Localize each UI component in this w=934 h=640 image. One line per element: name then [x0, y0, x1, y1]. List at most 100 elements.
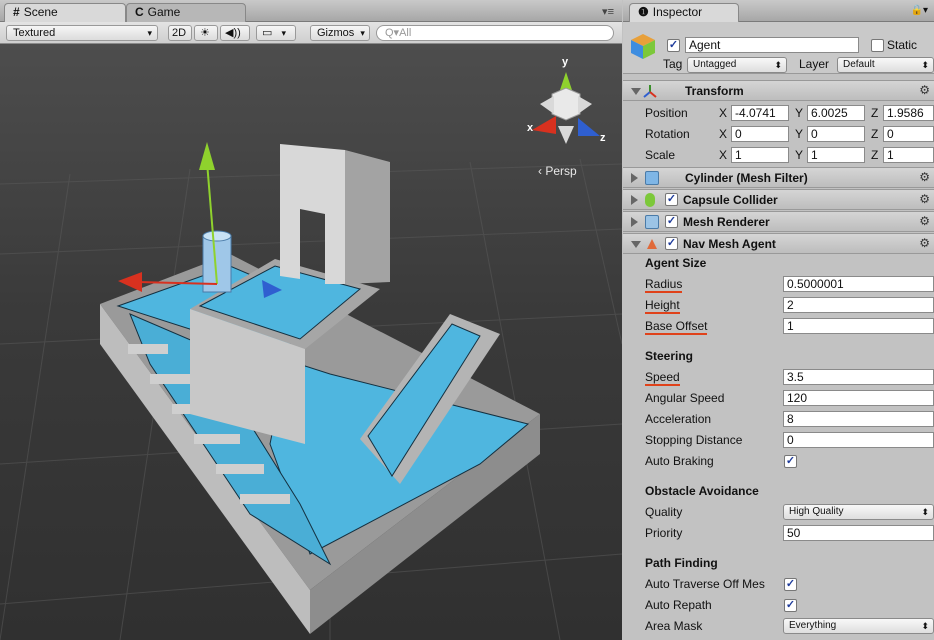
area-mask-dropdown[interactable]: Everything ⬍ — [783, 618, 934, 634]
nav-mesh-agent-header[interactable]: ✓ Nav Mesh Agent ⚙ — [623, 233, 934, 254]
obstacle-avoidance-header: Obstacle Avoidance — [645, 484, 759, 498]
mesh-renderer-title: Mesh Renderer — [683, 215, 770, 229]
active-checkbox[interactable]: ✓ — [667, 39, 680, 52]
gear-icon[interactable]: ⚙ — [919, 83, 930, 97]
tab-scene-label: Scene — [23, 5, 58, 19]
mesh-renderer-header[interactable]: ✓ Mesh Renderer ⚙ — [623, 211, 934, 232]
tab-game-label: Game — [147, 5, 181, 19]
auto-traverse-checkbox[interactable]: ✓ — [784, 578, 797, 591]
height-label: Height — [645, 298, 680, 314]
auto-braking-label: Auto Braking — [645, 454, 714, 468]
capsule-collider-enabled-checkbox[interactable]: ✓ — [665, 193, 678, 206]
static-checkbox[interactable] — [871, 39, 884, 52]
scale-z-field[interactable]: 1 — [883, 147, 934, 163]
gameobject-cube-icon — [631, 34, 655, 59]
position-z-field[interactable]: 1.9586 — [883, 105, 934, 121]
panel-menu-icon[interactable]: ▾≡ — [602, 5, 614, 18]
foldout-collapsed-icon[interactable] — [631, 173, 638, 183]
mesh-filter-icon — [645, 171, 659, 185]
lock-icon[interactable]: 🔒▾ — [911, 5, 928, 16]
scene-tab-bar: # Scene C Game ▾≡ — [0, 0, 622, 22]
axis-y-label[interactable]: Y — [795, 106, 803, 120]
scene-search-input[interactable]: Q▾All — [376, 25, 614, 41]
foldout-collapsed-icon[interactable] — [631, 195, 638, 205]
scale-x-field[interactable]: 1 — [731, 147, 789, 163]
mesh-filter-header[interactable]: Cylinder (Mesh Filter) ⚙ — [623, 167, 934, 188]
area-mask-value: Everything — [789, 620, 837, 631]
rotation-x-field[interactable]: 0 — [731, 126, 789, 142]
radius-field[interactable]: 0.5000001 — [783, 276, 934, 292]
foldout-expanded-icon[interactable] — [631, 88, 641, 95]
auto-repath-checkbox[interactable]: ✓ — [784, 599, 797, 612]
orientation-gizmo[interactable] — [532, 72, 600, 144]
foldout-collapsed-icon[interactable] — [631, 217, 638, 227]
position-x-field[interactable]: -4.0741 — [731, 105, 789, 121]
acceleration-field[interactable]: 8 — [783, 411, 934, 427]
tag-value: Untagged — [693, 59, 737, 70]
info-icon: ❶ — [638, 5, 649, 19]
axis-label-z: z — [600, 132, 606, 144]
mesh-renderer-icon — [645, 215, 659, 229]
axis-y-label[interactable]: Y — [795, 148, 803, 162]
audio-toggle-icon[interactable]: ◀)) — [220, 25, 250, 41]
layer-dropdown[interactable]: Default ⬍ — [837, 57, 934, 73]
nav-mesh-agent-enabled-checkbox[interactable]: ✓ — [665, 237, 678, 250]
transform-header[interactable]: Transform ⚙ — [623, 80, 934, 101]
agent-size-header: Agent Size — [645, 256, 707, 270]
draw-mode-dropdown[interactable]: Textured ▾ — [6, 25, 158, 41]
axis-z-label[interactable]: Z — [871, 127, 878, 141]
rotation-z-field[interactable]: 0 — [883, 126, 934, 142]
position-y-field[interactable]: 6.0025 — [807, 105, 865, 121]
capsule-collider-icon — [645, 193, 655, 207]
chevron-updown-icon: ⬍ — [921, 621, 929, 631]
rotation-y-field[interactable]: 0 — [807, 126, 865, 142]
static-label: Static — [887, 38, 918, 52]
arch-front — [280, 144, 345, 284]
height-field[interactable]: 2 — [783, 297, 934, 313]
gizmos-label: Gizmos — [317, 27, 355, 39]
auto-braking-checkbox[interactable]: ✓ — [784, 455, 797, 468]
gizmos-dropdown[interactable]: Gizmos ▾ — [310, 25, 370, 41]
tab-game[interactable]: C Game — [126, 3, 246, 22]
tab-inspector[interactable]: ❶ Inspector — [629, 3, 739, 22]
axis-x-label[interactable]: X — [719, 148, 727, 162]
layer-value: Default — [843, 59, 875, 70]
tab-scene[interactable]: # Scene — [4, 3, 126, 22]
capsule-collider-header[interactable]: ✓ Capsule Collider ⚙ — [623, 189, 934, 210]
gear-icon[interactable]: ⚙ — [919, 170, 930, 184]
axis-z-label[interactable]: Z — [871, 148, 878, 162]
gizmo-x-arrow[interactable] — [118, 272, 142, 292]
gear-icon[interactable]: ⚙ — [919, 214, 930, 228]
chevron-updown-icon: ⬍ — [921, 507, 929, 517]
chevron-down-icon: ▾ — [281, 28, 286, 38]
tag-dropdown[interactable]: Untagged ⬍ — [687, 57, 787, 73]
quality-dropdown[interactable]: High Quality ⬍ — [783, 504, 934, 520]
gizmo-y-arrow[interactable] — [199, 142, 215, 170]
2d-toggle-button[interactable]: 2D — [168, 25, 192, 41]
scene-viewport[interactable]: y x z ‹ Persp — [0, 44, 622, 640]
angular-speed-field[interactable]: 120 — [783, 390, 934, 406]
lighting-toggle-icon[interactable]: ☀ — [194, 25, 218, 41]
mesh-renderer-enabled-checkbox[interactable]: ✓ — [665, 215, 678, 228]
gear-icon[interactable]: ⚙ — [919, 236, 930, 250]
base-offset-field[interactable]: 1 — [783, 318, 934, 334]
foldout-expanded-icon[interactable] — [631, 241, 641, 248]
axis-x-label[interactable]: X — [719, 127, 727, 141]
gear-icon[interactable]: ⚙ — [919, 192, 930, 206]
stopping-distance-field[interactable]: 0 — [783, 432, 934, 448]
projection-toggle[interactable]: ‹ Persp — [538, 164, 577, 178]
object-name-field[interactable]: Agent — [685, 37, 859, 53]
axis-x-label[interactable]: X — [719, 106, 727, 120]
effects-dropdown[interactable]: ▭ ▾ — [256, 25, 296, 41]
scale-y-field[interactable]: 1 — [807, 147, 865, 163]
axis-z-label[interactable]: Z — [871, 106, 878, 120]
priority-field[interactable]: 50 — [783, 525, 934, 541]
tag-label: Tag — [663, 57, 683, 71]
layer-label: Layer — [799, 57, 830, 71]
speed-field[interactable]: 3.5 — [783, 369, 934, 385]
stopping-distance-label: Stopping Distance — [645, 433, 743, 447]
axis-y-label[interactable]: Y — [795, 127, 803, 141]
chevron-down-icon: ▾ — [147, 28, 152, 38]
nav-mesh-agent-title: Nav Mesh Agent — [683, 237, 776, 251]
agent-cylinder-top — [202, 230, 232, 242]
